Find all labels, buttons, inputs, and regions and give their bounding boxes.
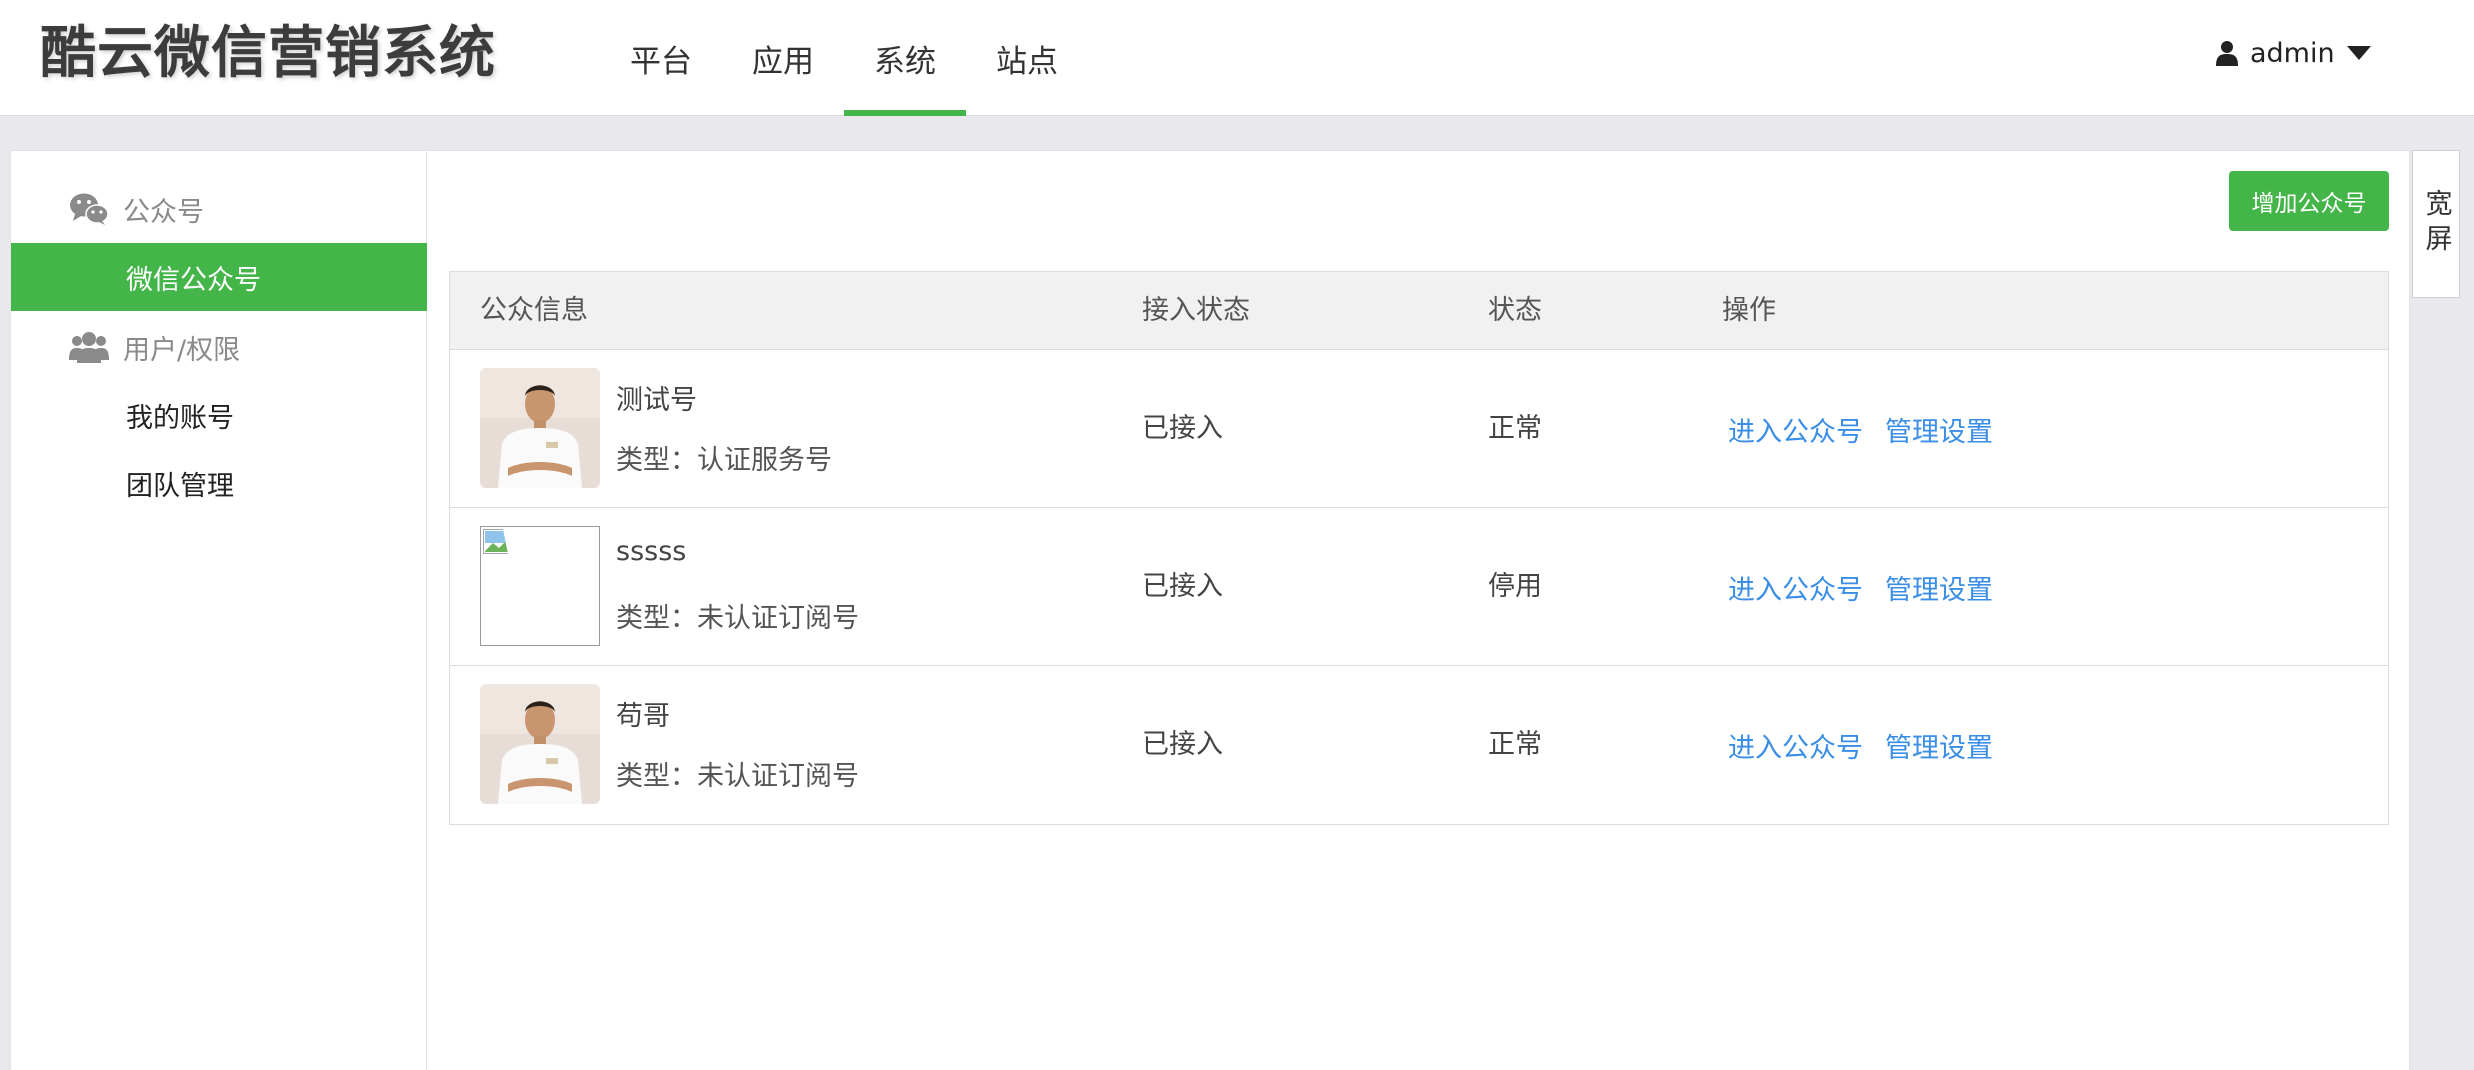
sidebar-group-users: 用户/权限 — [11, 313, 427, 381]
user-icon — [2216, 41, 2238, 66]
person-photo-icon — [480, 368, 600, 488]
column-header-info: 公众信息 — [480, 295, 588, 326]
account-avatar — [480, 684, 600, 804]
account-name: 测试号 — [616, 385, 697, 416]
account-status: 停用 — [1488, 571, 1542, 602]
users-icon — [69, 332, 109, 363]
account-avatar — [480, 526, 600, 646]
enter-account-link[interactable]: 进入公众号 — [1728, 726, 1863, 765]
row-actions: 进入公众号 管理设置 — [1728, 666, 2015, 824]
nav-item-platform[interactable]: 平台 — [600, 0, 722, 116]
wechat-icon — [70, 193, 109, 225]
nav-item-site[interactable]: 站点 — [966, 0, 1088, 116]
sidebar-item-wechat-accounts[interactable]: 微信公众号 — [11, 243, 427, 311]
wide-screen-toggle[interactable]: 宽屏 — [2412, 150, 2460, 298]
account-status: 正常 — [1488, 413, 1542, 444]
sidebar-group-accounts-label: 公众号 — [123, 196, 204, 228]
sidebar-item-my-account[interactable]: 我的账号 — [11, 381, 427, 449]
add-account-button[interactable]: 增加公众号 — [2229, 171, 2389, 231]
table-row: sssss 类型：未认证订阅号 已接入 停用 进入公众号 管理设置 — [450, 508, 2388, 666]
manage-settings-link[interactable]: 管理设置 — [1885, 410, 1993, 449]
chevron-down-icon — [2346, 46, 2371, 60]
top-bar: 酷云微信营销系统 平台 应用 系统 站点 admin — [0, 0, 2474, 116]
access-status: 已接入 — [1142, 413, 1223, 444]
account-name: sssss — [616, 536, 687, 567]
account-type: 类型：认证服务号 — [616, 445, 832, 476]
nav-item-apps[interactable]: 应用 — [722, 0, 844, 116]
manage-settings-link[interactable]: 管理设置 — [1885, 568, 1993, 607]
main-panel: 公众号 微信公众号 用户/权限 我的账号 团队管理 增加公众号 公众信息 接入状… — [10, 150, 2410, 1070]
sidebar-group-users-label: 用户/权限 — [123, 334, 241, 366]
account-name: 苟哥 — [616, 701, 670, 732]
wide-screen-label: 宽屏 — [2420, 189, 2452, 259]
accounts-table: 公众信息 接入状态 状态 操作 测试号 类型：认证服务号 已接入 正常 进入公众… — [449, 271, 2389, 825]
user-menu[interactable]: admin — [2216, 30, 2371, 76]
account-status: 正常 — [1488, 729, 1542, 760]
account-type: 类型：未认证订阅号 — [616, 603, 859, 634]
sidebar-group-accounts: 公众号 — [11, 175, 427, 243]
sidebar-item-team[interactable]: 团队管理 — [11, 449, 427, 517]
person-photo-icon — [480, 684, 600, 804]
column-header-access: 接入状态 — [1142, 295, 1250, 326]
username-label: admin — [2250, 37, 2335, 69]
column-header-actions: 操作 — [1722, 295, 1776, 326]
column-header-status: 状态 — [1488, 295, 1542, 326]
table-row: 测试号 类型：认证服务号 已接入 正常 进入公众号 管理设置 — [450, 350, 2388, 508]
nav-item-system[interactable]: 系统 — [844, 0, 966, 116]
manage-settings-link[interactable]: 管理设置 — [1885, 726, 1993, 765]
enter-account-link[interactable]: 进入公众号 — [1728, 410, 1863, 449]
row-actions: 进入公众号 管理设置 — [1728, 508, 2015, 666]
access-status: 已接入 — [1142, 729, 1223, 760]
table-header: 公众信息 接入状态 状态 操作 — [450, 272, 2388, 350]
app-logo[interactable]: 酷云微信营销系统 — [40, 18, 496, 88]
account-avatar — [480, 368, 600, 488]
access-status: 已接入 — [1142, 571, 1223, 602]
enter-account-link[interactable]: 进入公众号 — [1728, 568, 1863, 607]
table-row: 苟哥 类型：未认证订阅号 已接入 正常 进入公众号 管理设置 — [450, 666, 2388, 824]
content-area: 增加公众号 公众信息 接入状态 状态 操作 测试号 类型：认证服务号 已接入 正… — [429, 151, 2409, 1070]
broken-image-icon — [483, 529, 519, 559]
row-actions: 进入公众号 管理设置 — [1728, 350, 2015, 508]
sidebar: 公众号 微信公众号 用户/权限 我的账号 团队管理 — [11, 151, 427, 1070]
top-nav: 平台 应用 系统 站点 — [600, 0, 1088, 116]
account-type: 类型：未认证订阅号 — [616, 761, 859, 792]
